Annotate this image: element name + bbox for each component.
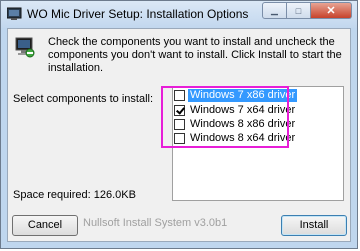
- install-button[interactable]: Install: [281, 215, 347, 236]
- window-title: WO Mic Driver Setup: Installation Option…: [27, 7, 249, 21]
- close-button[interactable]: ✕: [311, 2, 352, 19]
- highlight-annotation-box: [161, 86, 289, 148]
- title-bar[interactable]: WO Mic Driver Setup: Installation Option…: [1, 1, 357, 28]
- space-required-text: Space required: 126.0KB: [13, 189, 136, 201]
- minimize-button[interactable]: ▁: [262, 2, 287, 19]
- select-components-label: Select components to install:: [13, 93, 154, 105]
- minimize-icon: ▁: [271, 5, 278, 15]
- setup-computer-icon: [15, 37, 35, 58]
- instructions-text: Check the components you want to install…: [48, 36, 342, 74]
- nsis-branding-text: Nullsoft Install System v3.0b1: [83, 217, 228, 229]
- caption-buttons: ▁ □ ✕: [262, 2, 352, 19]
- installer-app-icon: [7, 7, 22, 20]
- client-area: Check the components you want to install…: [7, 28, 351, 242]
- close-icon: ✕: [326, 5, 336, 17]
- maximize-button[interactable]: □: [287, 2, 311, 19]
- installer-window: WO Mic Driver Setup: Installation Option…: [0, 0, 358, 249]
- cancel-button[interactable]: Cancel: [12, 215, 78, 236]
- maximize-icon: □: [295, 5, 302, 16]
